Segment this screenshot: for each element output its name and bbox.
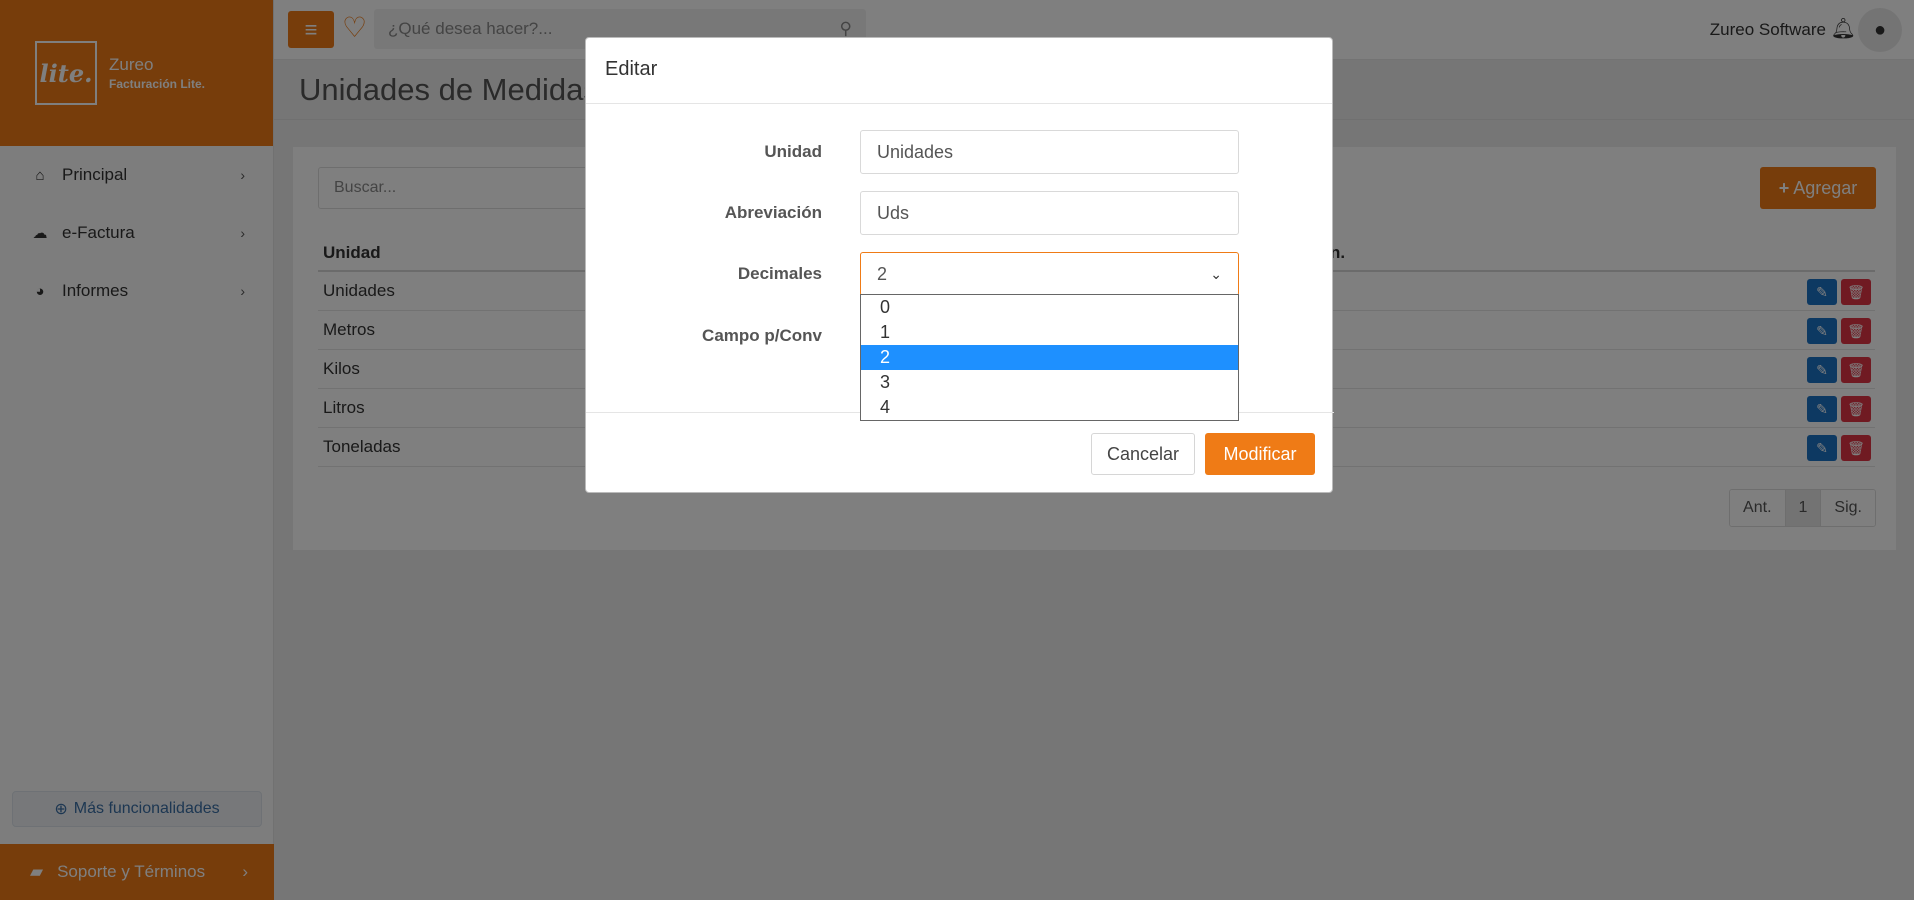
abreviacion-value: Uds [877, 202, 910, 223]
form-row-unidad: Unidad Unidades [586, 130, 1334, 174]
campo-conv-label: Campo p/Conv [702, 326, 822, 345]
dropdown-option[interactable]: 3 [861, 370, 1238, 395]
unidad-input[interactable]: Unidades [860, 130, 1239, 174]
unidad-value: Unidades [877, 141, 954, 162]
abreviacion-label: Abreviación [724, 203, 822, 222]
decimales-label: Decimales [737, 264, 822, 283]
dropdown-option[interactable]: 0 [861, 295, 1238, 320]
dropdown-option-selected[interactable]: 2 [861, 345, 1238, 370]
decimales-select[interactable]: 2 ⌄ [860, 252, 1239, 296]
form-row-decimales: Decimales 2 ⌄ [586, 252, 1334, 296]
dropdown-option[interactable]: 1 [861, 320, 1238, 345]
dropdown-option[interactable]: 4 [861, 395, 1238, 420]
decimales-dropdown: 0 1 2 3 4 [860, 294, 1239, 421]
abreviacion-input[interactable]: Uds [860, 191, 1239, 235]
modal-title: Editar [586, 38, 1332, 104]
cancel-button[interactable]: Cancelar [1091, 433, 1195, 475]
chevron-down-icon: ⌄ [1210, 265, 1222, 282]
modify-button[interactable]: Modificar [1205, 433, 1315, 475]
edit-modal: Editar Unidad Unidades Abreviación Uds D… [585, 37, 1334, 494]
modal-footer: Cancelar Modificar [586, 412, 1334, 494]
form-row-abreviacion: Abreviación Uds [586, 191, 1334, 235]
decimales-value: 2 [877, 263, 888, 284]
unidad-label: Unidad [764, 142, 822, 161]
